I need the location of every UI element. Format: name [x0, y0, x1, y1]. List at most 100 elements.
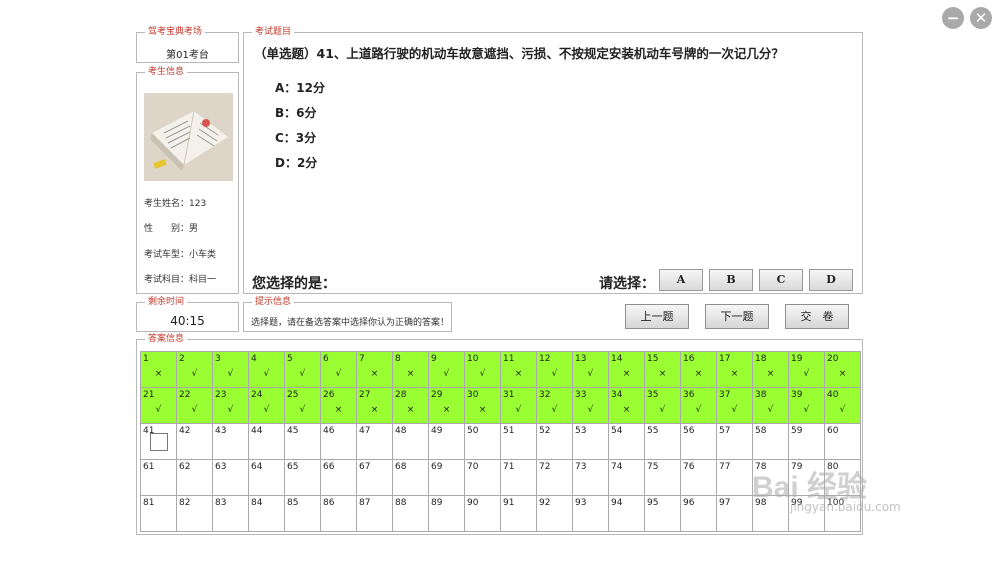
- answer-cell[interactable]: 88: [392, 495, 429, 532]
- answer-cell[interactable]: 90: [464, 495, 501, 532]
- answer-cell[interactable]: 67: [356, 459, 393, 496]
- answer-cell[interactable]: 58: [752, 423, 789, 460]
- close-button[interactable]: ✕: [970, 7, 992, 29]
- answer-cell[interactable]: 76: [680, 459, 717, 496]
- answer-cell[interactable]: 46: [320, 423, 357, 460]
- answer-cell[interactable]: 68: [392, 459, 429, 496]
- answer-cell[interactable]: 32 √: [536, 387, 573, 424]
- answer-cell[interactable]: 66: [320, 459, 357, 496]
- answer-cell[interactable]: 12 √: [536, 351, 573, 388]
- answer-cell[interactable]: 37 √: [716, 387, 753, 424]
- answer-a-button[interactable]: A: [659, 269, 703, 291]
- answer-cell[interactable]: 61: [140, 459, 177, 496]
- answer-cell[interactable]: 81: [140, 495, 177, 532]
- answer-cell[interactable]: 21 √: [140, 387, 177, 424]
- answer-cell[interactable]: 5 √: [284, 351, 321, 388]
- answer-cell[interactable]: 19 √: [788, 351, 825, 388]
- answer-cell[interactable]: 57: [716, 423, 753, 460]
- answer-cell[interactable]: 33 √: [572, 387, 609, 424]
- answer-d-button[interactable]: D: [809, 269, 853, 291]
- answer-cell[interactable]: 20 ×: [824, 351, 861, 388]
- answer-cell[interactable]: 96: [680, 495, 717, 532]
- answer-cell[interactable]: 87: [356, 495, 393, 532]
- option-d[interactable]: D：2分: [275, 154, 317, 171]
- answer-cell[interactable]: 36 √: [680, 387, 717, 424]
- answer-cell[interactable]: 60: [824, 423, 861, 460]
- answer-cell[interactable]: 41: [140, 423, 177, 460]
- answer-c-button[interactable]: C: [759, 269, 803, 291]
- answer-cell[interactable]: 38 √: [752, 387, 789, 424]
- answer-cell[interactable]: 10 √: [464, 351, 501, 388]
- answer-cell[interactable]: 75: [644, 459, 681, 496]
- answer-cell[interactable]: 22 √: [176, 387, 213, 424]
- answer-cell[interactable]: 74: [608, 459, 645, 496]
- answer-cell[interactable]: 28 ×: [392, 387, 429, 424]
- answer-cell[interactable]: 59: [788, 423, 825, 460]
- answer-cell[interactable]: 30 ×: [464, 387, 501, 424]
- submit-button[interactable]: 交 卷: [785, 304, 849, 329]
- answer-cell[interactable]: 9 √: [428, 351, 465, 388]
- prev-question-button[interactable]: 上一题: [625, 304, 689, 329]
- answer-cell[interactable]: 86: [320, 495, 357, 532]
- answer-cell[interactable]: 24 √: [248, 387, 285, 424]
- answer-cell[interactable]: 2 √: [176, 351, 213, 388]
- answer-cell[interactable]: 47: [356, 423, 393, 460]
- answer-cell[interactable]: 65: [284, 459, 321, 496]
- answer-cell[interactable]: 44: [248, 423, 285, 460]
- answer-cell[interactable]: 34 ×: [608, 387, 645, 424]
- answer-cell[interactable]: 62: [176, 459, 213, 496]
- answer-cell[interactable]: 16 ×: [680, 351, 717, 388]
- answer-cell[interactable]: 39 √: [788, 387, 825, 424]
- answer-cell[interactable]: 49: [428, 423, 465, 460]
- answer-cell[interactable]: 40 √: [824, 387, 861, 424]
- answer-cell[interactable]: 48: [392, 423, 429, 460]
- answer-cell[interactable]: 45: [284, 423, 321, 460]
- answer-cell[interactable]: 23 √: [212, 387, 249, 424]
- answer-cell[interactable]: 95: [644, 495, 681, 532]
- answer-cell[interactable]: 29 ×: [428, 387, 465, 424]
- answer-cell[interactable]: 1 ×: [140, 351, 177, 388]
- answer-cell[interactable]: 8 ×: [392, 351, 429, 388]
- answer-cell[interactable]: 17 ×: [716, 351, 753, 388]
- answer-cell[interactable]: 55: [644, 423, 681, 460]
- answer-cell[interactable]: 64: [248, 459, 285, 496]
- answer-cell[interactable]: 7 ×: [356, 351, 393, 388]
- answer-cell[interactable]: 6 √: [320, 351, 357, 388]
- answer-cell[interactable]: 3 √: [212, 351, 249, 388]
- answer-cell[interactable]: 15 ×: [644, 351, 681, 388]
- answer-cell[interactable]: 72: [536, 459, 573, 496]
- answer-cell[interactable]: 71: [500, 459, 537, 496]
- answer-cell[interactable]: 83: [212, 495, 249, 532]
- next-question-button[interactable]: 下一题: [705, 304, 769, 329]
- answer-cell[interactable]: 73: [572, 459, 609, 496]
- option-b[interactable]: B：6分: [275, 104, 317, 121]
- answer-cell[interactable]: 63: [212, 459, 249, 496]
- minimize-button[interactable]: −: [942, 7, 964, 29]
- answer-cell[interactable]: 13 √: [572, 351, 609, 388]
- answer-cell[interactable]: 50: [464, 423, 501, 460]
- answer-cell[interactable]: 89: [428, 495, 465, 532]
- answer-cell[interactable]: 77: [716, 459, 753, 496]
- answer-cell[interactable]: 11 ×: [500, 351, 537, 388]
- answer-cell[interactable]: 53: [572, 423, 609, 460]
- answer-cell[interactable]: 92: [536, 495, 573, 532]
- option-c[interactable]: C：3分: [275, 129, 316, 146]
- option-a[interactable]: A：12分: [275, 79, 325, 96]
- answer-cell[interactable]: 31 √: [500, 387, 537, 424]
- answer-cell[interactable]: 25 √: [284, 387, 321, 424]
- answer-cell[interactable]: 26 ×: [320, 387, 357, 424]
- answer-cell[interactable]: 93: [572, 495, 609, 532]
- answer-cell[interactable]: 94: [608, 495, 645, 532]
- answer-cell[interactable]: 69: [428, 459, 465, 496]
- answer-cell[interactable]: 52: [536, 423, 573, 460]
- answer-cell[interactable]: 91: [500, 495, 537, 532]
- answer-cell[interactable]: 70: [464, 459, 501, 496]
- answer-cell[interactable]: 14 ×: [608, 351, 645, 388]
- answer-cell[interactable]: 18 ×: [752, 351, 789, 388]
- answer-cell[interactable]: 56: [680, 423, 717, 460]
- answer-cell[interactable]: 43: [212, 423, 249, 460]
- answer-cell[interactable]: 54: [608, 423, 645, 460]
- answer-cell[interactable]: 35 √: [644, 387, 681, 424]
- answer-cell[interactable]: 84: [248, 495, 285, 532]
- answer-cell[interactable]: 97: [716, 495, 753, 532]
